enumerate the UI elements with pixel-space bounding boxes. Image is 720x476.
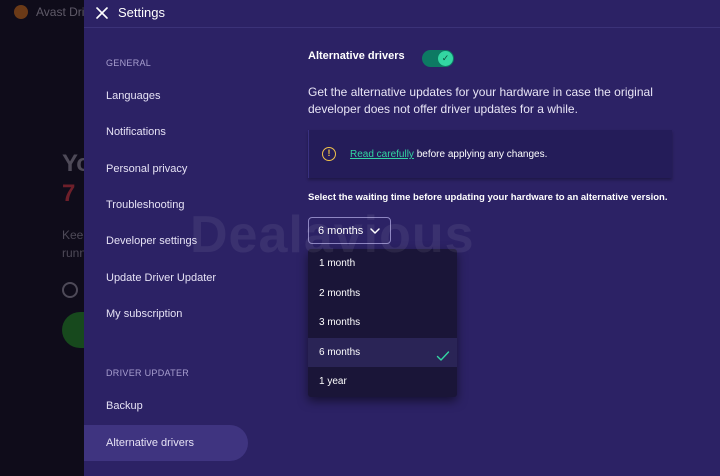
- background-app-title: Avast Dri: [36, 5, 84, 19]
- sidebar-item-personal-privacy[interactable]: Personal privacy: [84, 151, 248, 187]
- background-text-line1: Kee: [62, 228, 84, 242]
- section-label-general: GENERAL: [106, 58, 152, 68]
- option-label: 6 months: [319, 346, 361, 358]
- option-1-year[interactable]: 1 year: [308, 367, 457, 397]
- option-1-month[interactable]: 1 month: [308, 249, 457, 279]
- waiting-time-label: Select the waiting time before updating …: [308, 192, 668, 203]
- option-2-months[interactable]: 2 months: [308, 279, 457, 309]
- option-label: 3 months: [319, 317, 361, 329]
- option-label: 1 month: [319, 258, 356, 269]
- sidebar-item-languages[interactable]: Languages: [84, 78, 248, 114]
- clock-icon: [62, 282, 78, 298]
- section-label-driver-updater: DRIVER UPDATER: [106, 368, 190, 378]
- warning-alert: ! Read carefully before applying any cha…: [308, 130, 672, 178]
- avast-logo-icon: [14, 5, 28, 19]
- background-count: 7: [62, 180, 76, 207]
- option-label: 2 months: [319, 287, 361, 299]
- sidebar-item-backup[interactable]: Backup: [84, 388, 248, 424]
- alternative-drivers-title: Alternative drivers: [308, 50, 405, 62]
- checkmark-icon: [436, 346, 450, 361]
- background-app: Avast Dri Yo 7 Kee runn: [0, 0, 84, 476]
- background-heading: Yo: [62, 150, 84, 177]
- option-label: 1 year: [319, 376, 347, 388]
- settings-content: Alternative drivers ✓ Get the alternativ…: [308, 28, 713, 476]
- option-6-months[interactable]: 6 months: [308, 337, 457, 368]
- select-value: 6 months: [318, 225, 364, 237]
- alert-message: before applying any changes.: [413, 149, 548, 160]
- close-icon[interactable]: [94, 5, 110, 21]
- settings-panel: Settings GENERAL Languages Notifications…: [84, 0, 720, 476]
- alternative-drivers-toggle[interactable]: ✓: [422, 50, 454, 67]
- background-text-line2: runn: [62, 246, 84, 260]
- waiting-time-dropdown: 1 month 2 months 3 months 6 months 1 yea…: [308, 249, 457, 397]
- sidebar-item-notifications[interactable]: Notifications: [84, 114, 248, 150]
- chevron-down-icon: [369, 224, 381, 236]
- check-icon: ✓: [438, 51, 453, 66]
- background-action-button: [62, 312, 84, 348]
- sidebar-item-my-subscription[interactable]: My subscription: [84, 296, 248, 332]
- exclamation-circle-icon: !: [322, 147, 336, 161]
- alert-text: Read carefully before applying any chang…: [350, 149, 547, 160]
- waiting-time-select[interactable]: 6 months: [308, 217, 391, 244]
- settings-sidebar: GENERAL Languages Notifications Personal…: [84, 28, 254, 476]
- sidebar-item-troubleshooting[interactable]: Troubleshooting: [84, 187, 248, 223]
- option-3-months[interactable]: 3 months: [308, 308, 457, 338]
- alternative-drivers-description: Get the alternative updates for your har…: [308, 85, 653, 116]
- sidebar-item-update-driver-updater[interactable]: Update Driver Updater: [84, 260, 248, 296]
- settings-title: Settings: [118, 5, 165, 20]
- settings-topbar: Settings: [84, 0, 720, 28]
- sidebar-item-alternative-drivers[interactable]: Alternative drivers: [84, 425, 248, 461]
- sidebar-item-developer-settings[interactable]: Developer settings: [84, 223, 248, 259]
- read-carefully-link[interactable]: Read carefully: [350, 149, 414, 160]
